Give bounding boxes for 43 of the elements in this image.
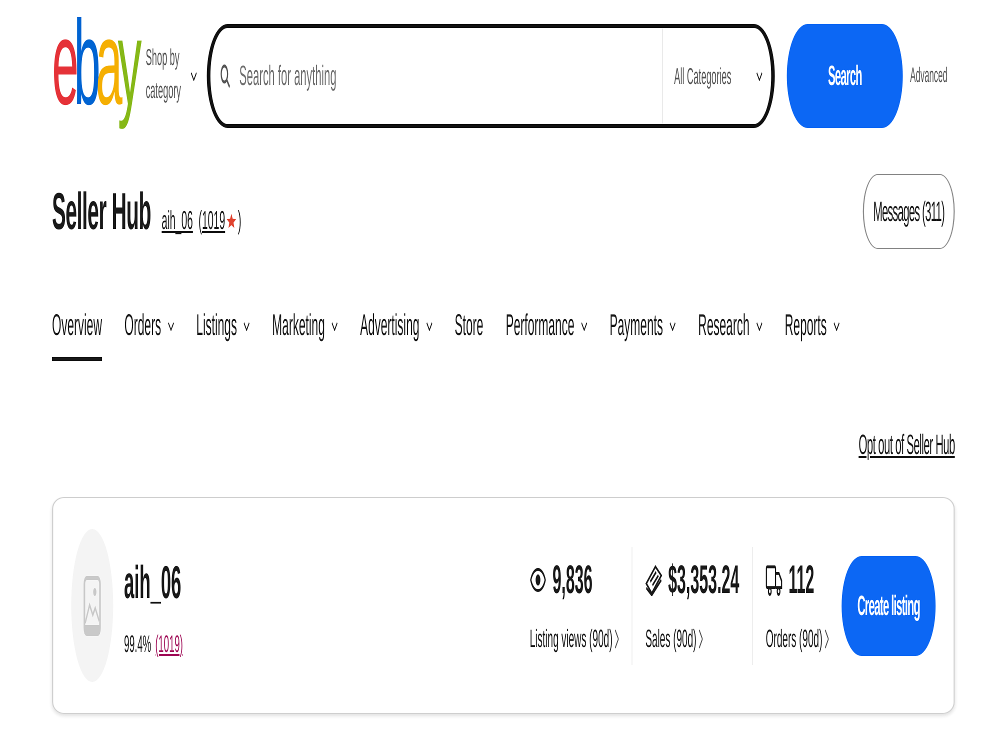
banknote-stack-icon xyxy=(645,564,662,596)
nav-tab[interactable]: Orders xyxy=(124,299,174,361)
stat-value: $3,353.24 xyxy=(668,558,740,602)
nav-tab[interactable]: Performance xyxy=(506,299,588,361)
nav-tab[interactable]: Advertising xyxy=(360,299,432,361)
advanced-search-link[interactable]: Advanced xyxy=(910,64,948,88)
stat-value: 9,836 xyxy=(552,558,593,602)
search-icon xyxy=(219,64,232,88)
caret-icon xyxy=(756,72,762,80)
create-listing-button[interactable]: Create listing xyxy=(842,556,936,656)
stat-value: 112 xyxy=(788,558,814,602)
positive-feedback: 99.4% xyxy=(124,630,152,658)
caret-icon xyxy=(190,72,197,80)
shop-by-category-button[interactable]: Shop by category xyxy=(146,45,197,107)
image-icon xyxy=(83,574,102,636)
search-button[interactable]: Search xyxy=(786,24,903,128)
feedback-score-link[interactable]: 1019 xyxy=(202,204,226,234)
feedback-link[interactable]: (1019) xyxy=(155,630,183,658)
chevron-right-icon xyxy=(824,628,829,648)
chevron-right-icon xyxy=(698,628,703,648)
star-icon xyxy=(226,212,236,228)
nav-tab[interactable]: Store xyxy=(454,299,484,361)
seller-name: aih_06 xyxy=(124,556,182,606)
messages-button[interactable]: Messages (311) xyxy=(862,174,955,249)
search-bar[interactable]: Search for anything All Categories xyxy=(206,24,775,128)
feedback-score: (1019 ) xyxy=(198,204,242,236)
nav-tab[interactable]: Listings xyxy=(196,299,250,361)
nav-tab[interactable]: Research xyxy=(698,299,762,361)
stat-link[interactable]: Sales (90d) xyxy=(645,624,740,654)
username-link[interactable]: aih_06 xyxy=(162,204,193,236)
page-title: Seller Hub xyxy=(52,182,151,242)
search-input[interactable]: Search for anything xyxy=(239,46,662,106)
nav-tab[interactable]: Overview xyxy=(52,299,102,361)
stat-link[interactable]: Listing views (90d) xyxy=(530,624,619,654)
category-dropdown[interactable]: All Categories xyxy=(662,28,772,124)
chevron-right-icon xyxy=(614,628,619,648)
truck-icon xyxy=(766,564,783,596)
nav-tab[interactable]: Reports xyxy=(784,299,840,361)
opt-out-link[interactable]: Opt out of Seller Hub xyxy=(858,429,955,461)
nav-tab[interactable]: Payments xyxy=(610,299,676,361)
nav-tab[interactable]: Marketing xyxy=(272,299,338,361)
stat-link[interactable]: Orders (90d) xyxy=(766,624,829,654)
ebay-logo[interactable]: ebay xyxy=(52,0,144,132)
